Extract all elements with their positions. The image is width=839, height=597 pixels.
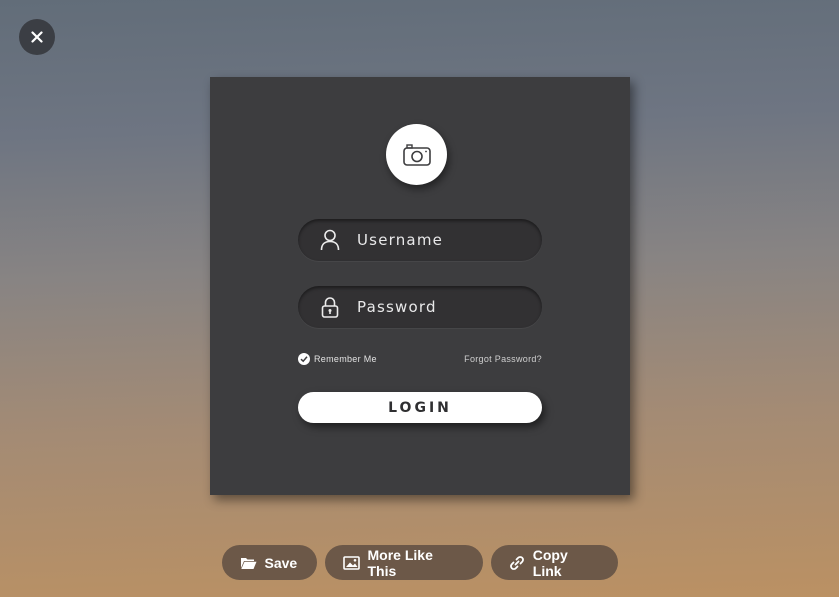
password-field[interactable]: Password [298,286,542,328]
password-placeholder: Password [357,298,437,316]
action-bar: Save More Like This Copy Link [0,545,839,580]
camera-icon [402,143,431,166]
save-label: Save [264,554,298,571]
username-field[interactable]: Username [298,219,542,261]
close-button[interactable] [19,19,55,55]
checkmark-icon [298,353,310,365]
link-icon [509,554,525,571]
login-options: Remember Me Forgot Password? [298,352,542,366]
username-placeholder: Username [357,231,444,249]
folder-icon [240,554,257,571]
login-button[interactable]: LOGIN [298,392,542,423]
image-icon [342,554,360,571]
avatar [386,124,447,185]
remember-me-label: Remember Me [314,354,377,364]
remember-me-checkbox[interactable]: Remember Me [298,353,377,365]
more-like-this-button[interactable]: More Like This [324,545,483,580]
copy-link-button[interactable]: Copy Link [490,545,618,580]
login-card: Username Password Remember Me Forgot Pas… [210,77,630,495]
close-icon [31,31,43,43]
user-icon [318,228,342,252]
lock-icon [318,295,342,319]
copy-link-label: Copy Link [532,546,568,579]
save-button[interactable]: Save [221,545,317,580]
forgot-password-link[interactable]: Forgot Password? [464,354,542,364]
more-like-this-label: More Like This [367,546,433,579]
